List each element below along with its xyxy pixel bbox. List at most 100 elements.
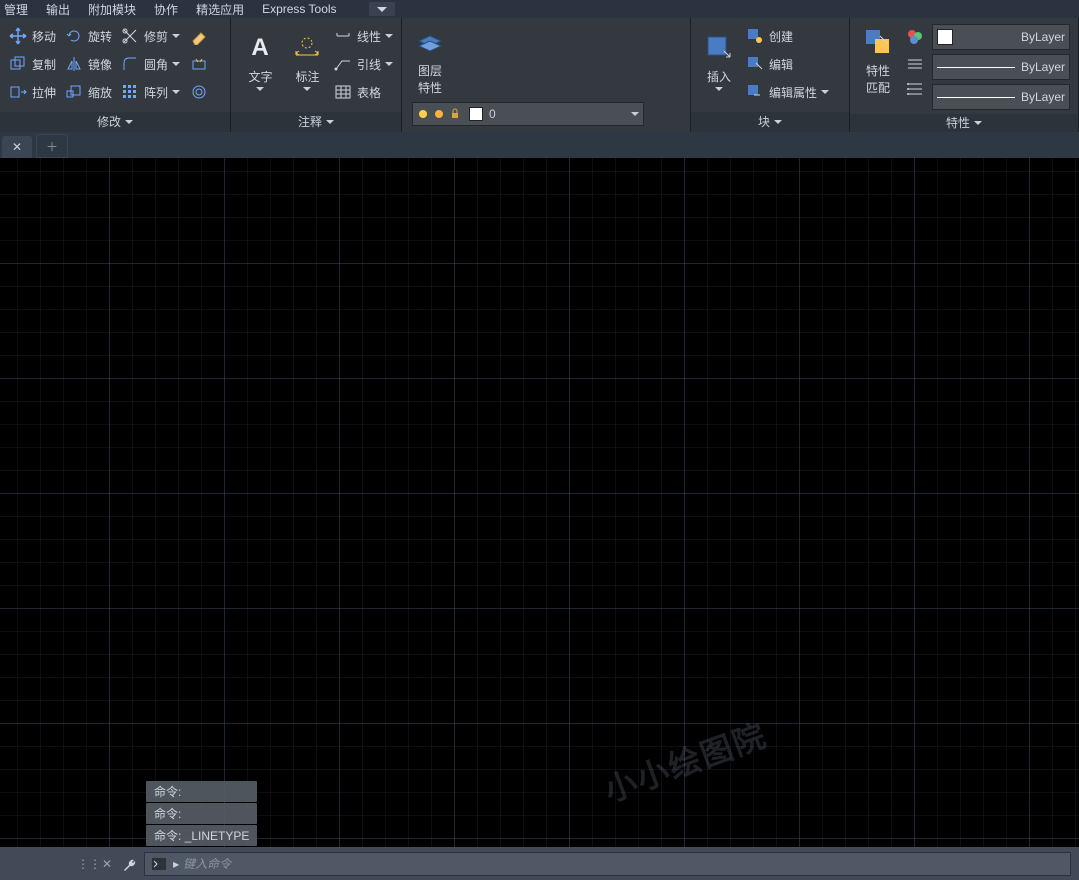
panel-annotate-title[interactable]: 注释 xyxy=(231,112,401,132)
linear-dropdown-icon xyxy=(385,34,393,38)
text-button[interactable]: A 文字 xyxy=(237,22,284,100)
panel-annotate: A 文字 标注 线性 引线 xyxy=(231,18,402,132)
rotate-icon xyxy=(64,26,84,46)
edit-block-icon xyxy=(745,54,765,74)
scale-label: 缩放 xyxy=(88,84,112,101)
layer-lock-icon xyxy=(449,108,461,120)
stretch-icon xyxy=(8,82,28,102)
edit-attr-icon xyxy=(745,82,765,102)
table-button[interactable]: 表格 xyxy=(331,78,395,106)
menu-manage[interactable]: 管理 xyxy=(4,1,28,18)
insert-block-label: 插入 xyxy=(707,68,731,85)
color-swatch xyxy=(937,29,953,45)
create-block-label: 创建 xyxy=(769,28,793,45)
trim-dropdown-icon xyxy=(172,34,180,38)
fillet-button[interactable]: 圆角 xyxy=(118,50,182,78)
menu-express-tools[interactable]: Express Tools xyxy=(262,2,336,16)
chevron-down-icon xyxy=(125,120,133,124)
layer-properties-button[interactable]: 图层 特性 xyxy=(408,22,452,100)
mirror-button[interactable]: 镜像 xyxy=(62,50,114,78)
color-value: ByLayer xyxy=(1021,30,1065,44)
command-bar: ⋮⋮ ✕ ▸ 键入命令 xyxy=(0,847,1079,880)
stretch-label: 拉伸 xyxy=(32,84,56,101)
watermark: 小小绘图院 xyxy=(597,710,772,811)
match-properties-button[interactable]: 特性 匹配 xyxy=(856,22,900,100)
close-tab-button[interactable]: ✕ xyxy=(2,136,32,158)
copy-button[interactable]: 复制 xyxy=(6,50,58,78)
leader-label: 引线 xyxy=(357,56,381,73)
mirror-icon xyxy=(64,54,84,74)
color-control[interactable]: ByLayer xyxy=(932,24,1070,50)
text-label: 文字 xyxy=(248,68,272,85)
match-properties-label-1: 特性 xyxy=(866,62,890,79)
array-button[interactable]: 阵列 xyxy=(118,78,182,106)
layer-color-swatch xyxy=(469,107,483,121)
prop-color-icon[interactable] xyxy=(904,26,926,48)
terminal-icon xyxy=(151,857,167,871)
svg-text:A: A xyxy=(252,34,269,61)
offset-button[interactable] xyxy=(188,81,210,103)
file-tabs: ✕ ＋ xyxy=(0,132,1079,158)
explode-button[interactable] xyxy=(188,53,210,75)
layer-properties-icon xyxy=(414,26,446,58)
panel-properties-title[interactable]: 特性 xyxy=(850,114,1078,132)
dim-button[interactable]: 标注 xyxy=(284,22,331,100)
cmdbar-close-button[interactable]: ✕ xyxy=(102,857,112,871)
scale-button[interactable]: 缩放 xyxy=(62,78,114,106)
leader-button[interactable]: 引线 xyxy=(331,50,395,78)
trim-button[interactable]: 修剪 xyxy=(118,22,182,50)
ribbon: 移动 复制 拉伸 旋转 镜像 xyxy=(0,18,1079,132)
layer-properties-label-1: 图层 xyxy=(418,62,442,79)
prop-linehatch-icon[interactable] xyxy=(904,52,926,74)
insert-block-button[interactable]: 插入 xyxy=(697,22,741,100)
command-input[interactable]: ▸ 键入命令 xyxy=(144,852,1071,876)
insert-block-dropdown-icon xyxy=(715,87,723,91)
close-icon: ✕ xyxy=(12,140,22,154)
create-block-button[interactable]: 创建 xyxy=(743,22,831,50)
menu-addons[interactable]: 附加模块 xyxy=(88,1,136,18)
table-label: 表格 xyxy=(357,84,381,101)
new-tab-button[interactable]: ＋ xyxy=(36,134,68,158)
panel-modify-title-label: 修改 xyxy=(97,113,121,131)
leader-icon xyxy=(333,54,353,74)
menu-collab[interactable]: 协作 xyxy=(154,1,178,18)
menu-output[interactable]: 输出 xyxy=(46,1,70,18)
command-placeholder: 键入命令 xyxy=(183,855,231,872)
layer-state-icons xyxy=(417,108,465,120)
panel-modify-title[interactable]: 修改 xyxy=(0,112,230,132)
menu-overflow-button[interactable] xyxy=(369,2,395,16)
copy-label: 复制 xyxy=(32,56,56,73)
trim-icon xyxy=(120,26,140,46)
stretch-button[interactable]: 拉伸 xyxy=(6,78,58,106)
panel-modify: 移动 复制 拉伸 旋转 镜像 xyxy=(0,18,231,132)
prop-list-icon[interactable] xyxy=(904,78,926,100)
edit-attr-button[interactable]: 编辑属性 xyxy=(743,78,831,106)
chevron-down-icon xyxy=(326,120,334,124)
panel-layers: 图层 特性 0 xyxy=(402,18,691,132)
panel-block-title[interactable]: 块 xyxy=(691,112,849,132)
layer-dropdown-icon xyxy=(631,112,639,116)
current-layer-dropdown[interactable]: 0 xyxy=(412,102,644,126)
menu-featured[interactable]: 精选应用 xyxy=(196,1,244,18)
linear-dim-button[interactable]: 线性 xyxy=(331,22,395,50)
panel-block-title-label: 块 xyxy=(758,113,770,131)
erase-button[interactable] xyxy=(188,25,210,47)
fillet-icon xyxy=(120,54,140,74)
edit-block-button[interactable]: 编辑 xyxy=(743,50,831,78)
text-dropdown-icon xyxy=(256,87,264,91)
panel-block: 插入 创建 编辑 编辑属性 块 xyxy=(691,18,850,132)
cmdbar-handle-icon[interactable]: ⋮⋮ xyxy=(80,852,98,876)
layer-on-icon xyxy=(417,108,429,120)
lineweight-preview xyxy=(937,67,1015,68)
array-label: 阵列 xyxy=(144,84,168,101)
cmdbar-config-button[interactable] xyxy=(122,856,138,872)
command-history: 命令: 命令: 命令: _LINETYPE xyxy=(146,780,257,846)
rotate-button[interactable]: 旋转 xyxy=(62,22,114,50)
chevron-down-icon xyxy=(774,120,782,124)
lineweight-control[interactable]: ByLayer xyxy=(932,54,1070,80)
move-button[interactable]: 移动 xyxy=(6,22,58,50)
array-dropdown-icon xyxy=(172,90,180,94)
linetype-control[interactable]: ByLayer xyxy=(932,84,1070,110)
drawing-canvas[interactable]: 小小绘图院 xyxy=(0,158,1079,847)
dim-icon xyxy=(291,32,323,64)
